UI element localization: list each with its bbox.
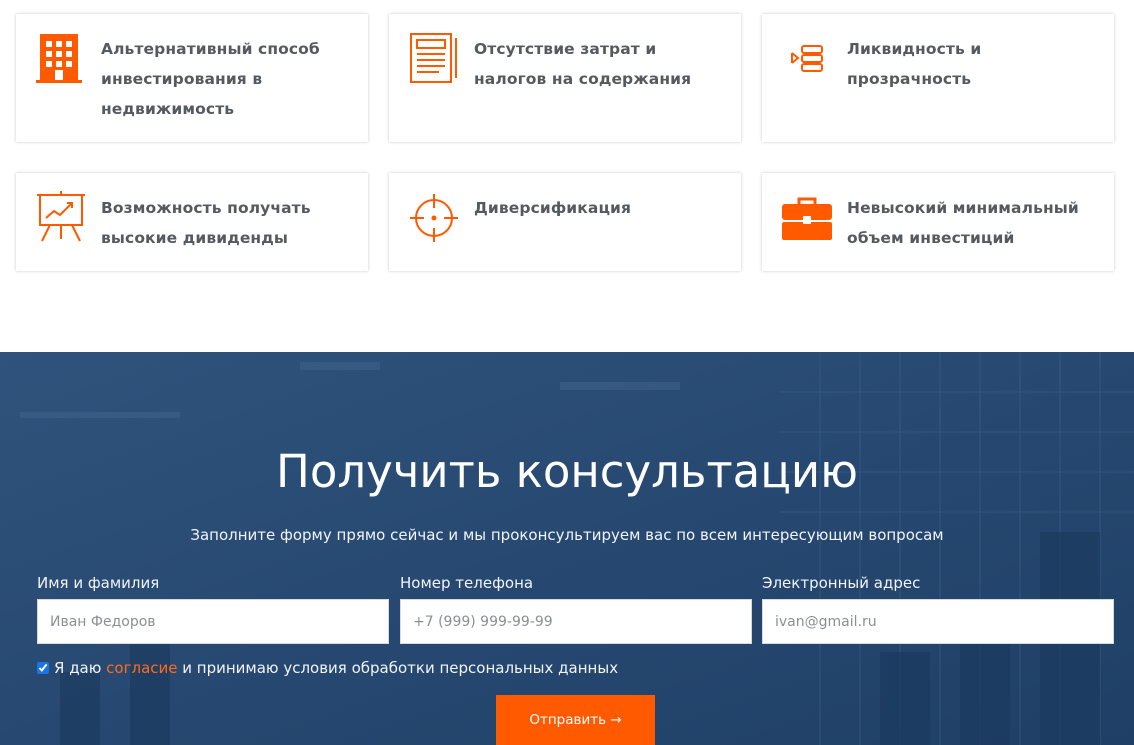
feature-text: Ликвидность и прозрачность [847, 40, 982, 88]
feature-card-diversification: Диверсификация [389, 173, 741, 271]
phone-label: Номер телефона [400, 574, 534, 592]
feature-card-liquidity: Ликвидность и прозрачность [762, 14, 1114, 142]
document-icon [409, 32, 459, 86]
feature-text: Альтернативный способ инвестирования в н… [101, 40, 320, 118]
submit-button[interactable]: Отправить → [496, 695, 655, 745]
building-icon [36, 32, 86, 86]
consent-prefix: Я даю [54, 659, 102, 677]
feature-card-alternative-investment: Альтернативный способ инвестирования в н… [16, 14, 368, 142]
feature-text: Диверсификация [474, 199, 632, 217]
stock-chart-background [0, 352, 1134, 745]
presentation-chart-icon [36, 191, 86, 245]
feature-card-min-investment: Невысокий минимальный объем инвестиций [762, 173, 1114, 271]
phone-input[interactable] [400, 599, 752, 644]
email-label: Электронный адрес [762, 574, 921, 592]
feature-text: Возможность получать высокие дивиденды [101, 199, 311, 247]
briefcase-icon [782, 191, 832, 245]
consent-suffix: и принимаю условия обработки персональны… [182, 659, 619, 677]
section-subtitle: Заполните форму прямо сейчас и мы прокон… [190, 526, 944, 544]
section-title: Получить консультацию [276, 445, 858, 498]
consent-checkbox[interactable] [37, 662, 49, 674]
feature-card-dividends: Возможность получать высокие дивиденды [16, 173, 368, 271]
consent-row: Я даю согласие и принимаю условия обрабо… [37, 658, 618, 678]
feature-card-no-costs: Отсутствие затрат и налогов на содержани… [389, 14, 741, 142]
consultation-section: Получить консультацию Заполните форму пр… [0, 352, 1134, 745]
email-input[interactable] [762, 599, 1114, 644]
database-stack-icon [782, 32, 832, 86]
name-input[interactable] [37, 599, 389, 644]
crosshair-icon [409, 191, 459, 245]
consent-link[interactable]: согласие [106, 658, 177, 678]
name-label: Имя и фамилия [37, 574, 160, 592]
features-section: Альтернативный способ инвестирования в н… [0, 0, 1134, 352]
feature-text: Невысокий минимальный объем инвестиций [847, 199, 1079, 247]
feature-text: Отсутствие затрат и налогов на содержани… [474, 40, 692, 88]
